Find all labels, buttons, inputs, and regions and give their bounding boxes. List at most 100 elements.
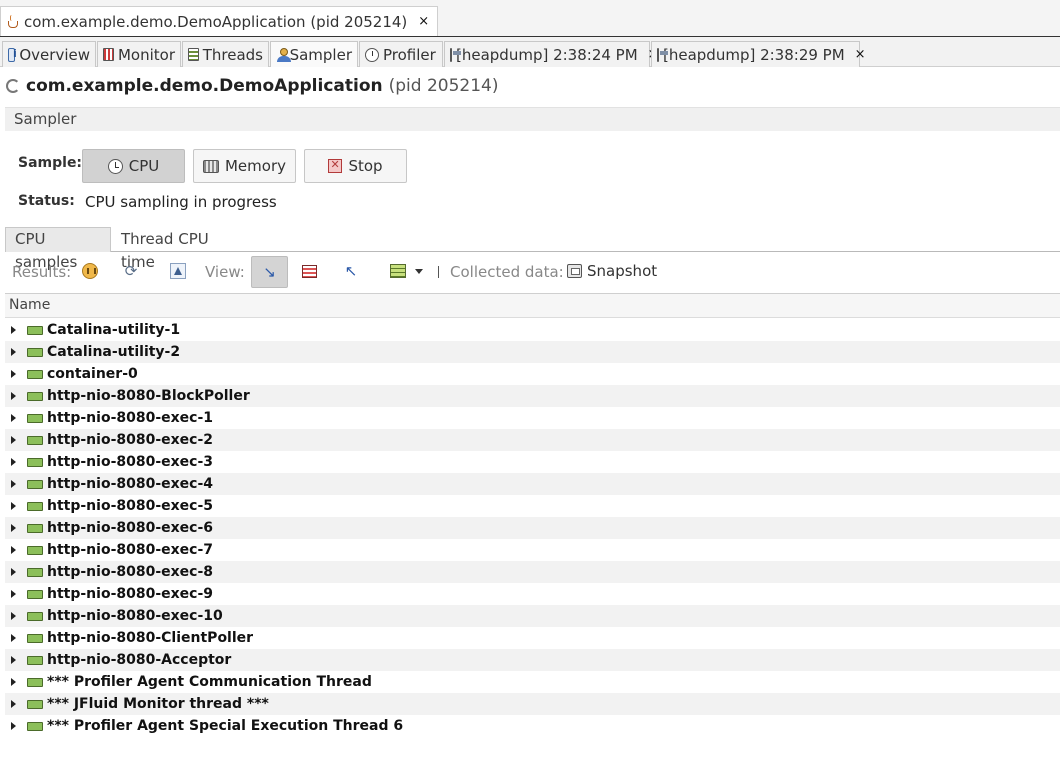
- chevron-down-icon: [415, 268, 423, 274]
- expand-triangle-icon[interactable]: [11, 590, 16, 598]
- table-row[interactable]: http-nio-8080-exec-6: [5, 517, 1060, 539]
- tab-sampler[interactable]: Sampler: [270, 41, 358, 67]
- close-icon[interactable]: ×: [418, 14, 429, 29]
- table-row[interactable]: http-nio-8080-exec-8: [5, 561, 1060, 583]
- thread-name: Catalina-utility-1: [47, 322, 181, 338]
- thread-state-icon: [27, 721, 43, 731]
- thread-state-icon: [27, 523, 43, 533]
- memory-button[interactable]: Memory: [193, 149, 296, 183]
- thread-state-icon: [27, 413, 43, 423]
- expand-triangle-icon[interactable]: [11, 656, 16, 664]
- application-pid: (pid 205214): [388, 76, 499, 96]
- thread-state-icon: [27, 699, 43, 709]
- sample-label: Sample:: [18, 155, 83, 171]
- reverse-calls-button[interactable]: ↖: [336, 256, 366, 286]
- expand-triangle-icon[interactable]: [11, 348, 16, 356]
- table-row[interactable]: container-0: [5, 363, 1060, 385]
- java-icon: [5, 14, 19, 29]
- forward-calls-icon: ↘: [263, 263, 276, 281]
- tab-label: Threads: [202, 45, 263, 64]
- column-header-name[interactable]: Name: [5, 293, 1060, 318]
- table-row[interactable]: *** JFluid Monitor thread ***: [5, 693, 1060, 715]
- thread-name: http-nio-8080-exec-10: [47, 608, 223, 624]
- tab-profiler[interactable]: Profiler: [359, 41, 443, 67]
- table-row[interactable]: http-nio-8080-exec-9: [5, 583, 1060, 605]
- table-row[interactable]: http-nio-8080-exec-2: [5, 429, 1060, 451]
- tab-label: Overview: [19, 45, 90, 64]
- table-row[interactable]: http-nio-8080-exec-10: [5, 605, 1060, 627]
- thread-name: http-nio-8080-Acceptor: [47, 652, 232, 668]
- thread-state-icon: [27, 435, 43, 445]
- columns-dropdown-button[interactable]: [406, 256, 432, 286]
- tab-heapdump-2[interactable]: [heapdump] 2:38:29 PM ×: [651, 41, 866, 67]
- table-row[interactable]: Catalina-utility-1: [5, 319, 1060, 341]
- thread-name: http-nio-8080-exec-6: [47, 520, 214, 536]
- results-toolbar: Results: ⟳ View: ↘ ↖ Collected data: Sna…: [5, 254, 1060, 290]
- table-row[interactable]: http-nio-8080-BlockPoller: [5, 385, 1060, 407]
- tab-thread-cpu-time[interactable]: Thread CPU time: [111, 227, 251, 271]
- table-row[interactable]: http-nio-8080-Acceptor: [5, 649, 1060, 671]
- expand-triangle-icon[interactable]: [11, 370, 16, 378]
- forward-calls-button[interactable]: ↘: [251, 256, 288, 288]
- threads-icon: [188, 48, 199, 61]
- table-row[interactable]: http-nio-8080-exec-1: [5, 407, 1060, 429]
- refresh-results-button[interactable]: ⟳: [116, 256, 146, 286]
- status-text: CPU sampling in progress: [85, 193, 277, 211]
- expand-triangle-icon[interactable]: [11, 524, 16, 532]
- expand-triangle-icon[interactable]: [11, 414, 16, 422]
- table-row[interactable]: http-nio-8080-exec-5: [5, 495, 1060, 517]
- expand-triangle-icon[interactable]: [11, 568, 16, 576]
- stop-button[interactable]: Stop: [304, 149, 407, 183]
- thread-name: http-nio-8080-exec-8: [47, 564, 214, 580]
- thread-state-icon: [27, 633, 43, 643]
- table-row[interactable]: http-nio-8080-exec-4: [5, 473, 1060, 495]
- table-row[interactable]: *** Profiler Agent Communication Thread: [5, 671, 1060, 693]
- application-tab[interactable]: com.example.demo.DemoApplication (pid 20…: [0, 6, 439, 36]
- expand-triangle-icon[interactable]: [11, 678, 16, 686]
- thread-state-icon: [27, 457, 43, 467]
- tab-monitor[interactable]: Monitor: [97, 41, 181, 67]
- expand-triangle-icon[interactable]: [11, 392, 16, 400]
- expand-triangle-icon[interactable]: [11, 700, 16, 708]
- tab-heapdump-1[interactable]: [heapdump] 2:38:24 PM ×: [444, 41, 659, 67]
- expand-triangle-icon[interactable]: [11, 480, 16, 488]
- hot-spots-button[interactable]: [294, 256, 324, 286]
- tab-label: [heapdump] 2:38:29 PM: [663, 45, 845, 64]
- expand-triangle-icon[interactable]: [11, 458, 16, 466]
- pause-results-button[interactable]: [75, 256, 105, 286]
- snapshot-button[interactable]: Snapshot: [567, 256, 667, 286]
- expand-triangle-icon[interactable]: [11, 546, 16, 554]
- tab-cpu-samples[interactable]: CPU samples: [5, 227, 111, 271]
- thread-name: http-nio-8080-ClientPoller: [47, 630, 254, 646]
- thread-name: Catalina-utility-2: [47, 344, 181, 360]
- tab-threads[interactable]: Threads: [182, 41, 269, 67]
- overview-icon: [8, 47, 17, 62]
- table-row[interactable]: http-nio-8080-ClientPoller: [5, 627, 1060, 649]
- memory-button-label: Memory: [224, 157, 286, 175]
- table-row[interactable]: Catalina-utility-2: [5, 341, 1060, 363]
- expand-triangle-icon[interactable]: [11, 634, 16, 642]
- application-tab-label: com.example.demo.DemoApplication (pid 20…: [24, 12, 408, 31]
- snapshot-label: Snapshot: [587, 262, 658, 280]
- thread-state-icon: [27, 545, 43, 555]
- results-tab-strip: CPU samples Thread CPU time: [5, 227, 1060, 271]
- delta-values-button[interactable]: [163, 256, 193, 286]
- thread-name: http-nio-8080-exec-2: [47, 432, 214, 448]
- delta-icon: [170, 263, 186, 279]
- expand-triangle-icon[interactable]: [11, 436, 16, 444]
- collected-data-label: Collected data:: [450, 263, 564, 281]
- table-row[interactable]: *** Profiler Agent Special Execution Thr…: [5, 715, 1060, 737]
- thread-name: *** Profiler Agent Communication Thread: [47, 674, 372, 690]
- expand-triangle-icon[interactable]: [11, 612, 16, 620]
- expand-triangle-icon[interactable]: [11, 326, 16, 334]
- tab-overview[interactable]: Overview: [2, 41, 96, 67]
- cpu-button[interactable]: CPU: [82, 149, 185, 183]
- thread-state-icon: [27, 677, 43, 687]
- table-row[interactable]: http-nio-8080-exec-7: [5, 539, 1060, 561]
- table-row[interactable]: http-nio-8080-exec-3: [5, 451, 1060, 473]
- close-icon[interactable]: ×: [855, 47, 866, 62]
- expand-triangle-icon[interactable]: [11, 502, 16, 510]
- status-label: Status:: [18, 193, 75, 209]
- expand-triangle-icon[interactable]: [11, 722, 16, 730]
- thread-name: http-nio-8080-exec-3: [47, 454, 214, 470]
